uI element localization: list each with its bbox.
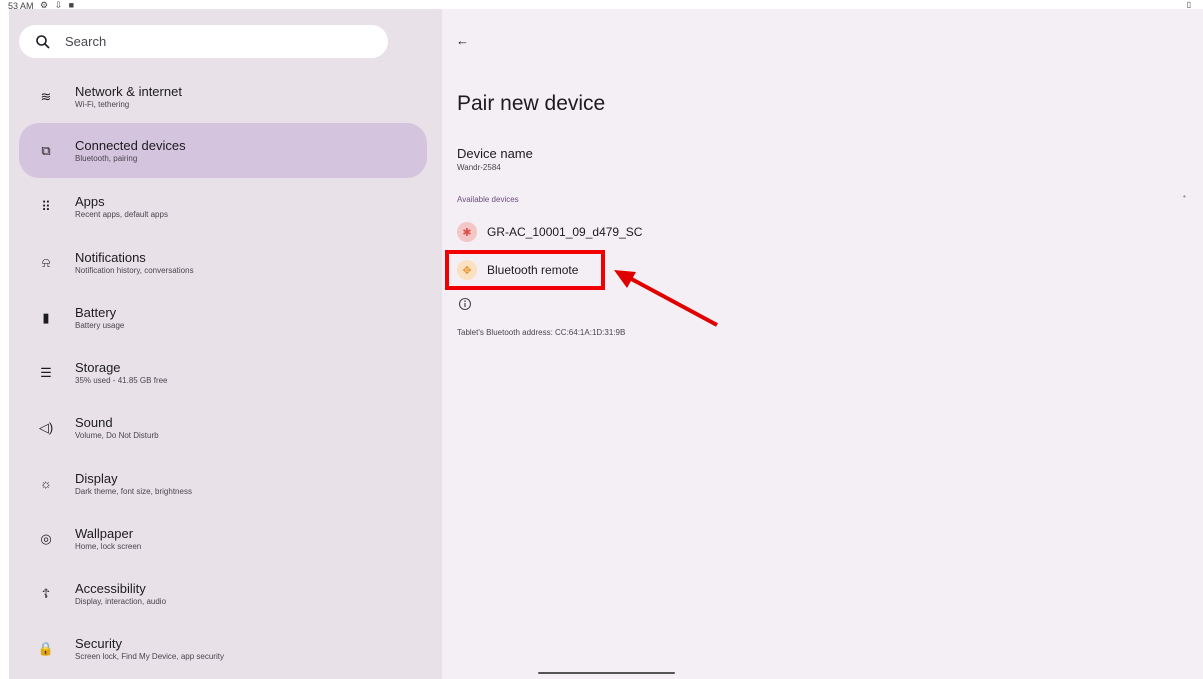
sidebar-item-subtitle: Notification history, conversations	[75, 265, 194, 275]
bluetooth-icon: ✱	[457, 222, 477, 242]
battery-status-icon: ▯	[1186, 0, 1191, 9]
available-devices-header: Available devices	[457, 195, 519, 204]
scroll-indicator: •	[1183, 192, 1186, 201]
sidebar-item-subtitle: Home, lock screen	[75, 541, 142, 551]
sidebar-item-title: Apps	[75, 193, 105, 209]
wifi-icon: ≋	[40, 88, 52, 104]
sidebar-item-title: Notifications	[75, 249, 146, 265]
sidebar-item-title: Sound	[75, 414, 113, 430]
apps-icon: ⠿	[41, 198, 51, 214]
sidebar-item-title: Connected devices	[75, 137, 186, 153]
bluetooth-address: Tablet's Bluetooth address: CC:64:1A:1D:…	[457, 328, 626, 337]
sidebar-item-wallpaper[interactable]: ◎ Wallpaper Home, lock screen	[19, 511, 427, 566]
settings-sidebar: Search ≋ Network & internet Wi-Fi, tethe…	[9, 9, 442, 679]
sidebar-item-connected-devices[interactable]: ⧉ Connected devices Bluetooth, pairing	[19, 123, 427, 178]
sidebar-item-title: Battery	[75, 304, 117, 320]
battery-icon: ▮	[42, 309, 50, 325]
sidebar-item-subtitle: Dark theme, font size, brightness	[75, 486, 192, 496]
sidebar-item-security[interactable]: 🔒 Security Screen lock, Find My Device, …	[19, 621, 427, 676]
sidebar-item-network[interactable]: ≋ Network & internet Wi-Fi, tethering	[19, 69, 427, 124]
pair-device-panel: ← Pair new device Device name Wandr-2584…	[442, 9, 1203, 679]
back-arrow-icon[interactable]: ←	[456, 33, 474, 51]
sidebar-item-title: Wallpaper	[75, 525, 134, 541]
device-item-gr-ac[interactable]: ✱ GR-AC_10001_09_d479_SC	[457, 221, 642, 243]
search-input[interactable]: Search	[65, 34, 106, 49]
device-name: GR-AC_10001_09_d479_SC	[487, 225, 643, 239]
sidebar-item-apps[interactable]: ⠿ Apps Recent apps, default apps	[19, 179, 427, 234]
sidebar-item-subtitle: Volume, Do Not Disturb	[75, 430, 159, 440]
sidebar-item-subtitle: Bluetooth, pairing	[75, 153, 138, 163]
sidebar-item-notifications[interactable]: ⍾ Notifications Notification history, co…	[19, 235, 427, 290]
device-name-label: Device name	[457, 146, 533, 161]
sidebar-item-display[interactable]: ☼ Display Dark theme, font size, brightn…	[19, 456, 427, 511]
lock-icon: 🔒	[37, 640, 55, 656]
device-name-value: Wandr-2584	[457, 163, 501, 172]
sidebar-item-subtitle: Battery usage	[75, 320, 125, 330]
sidebar-item-title: Network & internet	[75, 83, 182, 99]
connected-devices-icon: ⧉	[41, 142, 51, 158]
search-bar[interactable]: Search	[19, 25, 388, 58]
brightness-icon: ☼	[40, 476, 52, 491]
palette-icon: ◎	[40, 530, 52, 546]
sidebar-item-subtitle: Recent apps, default apps	[75, 209, 168, 219]
speaker-icon: ◁)	[38, 419, 54, 435]
sidebar-item-subtitle: 35% used - 41.85 GB free	[75, 375, 168, 385]
sidebar-item-storage[interactable]: ☰ Storage 35% used - 41.85 GB free	[19, 345, 427, 400]
accessibility-icon: ☦	[41, 585, 51, 601]
sidebar-item-sound[interactable]: ◁) Sound Volume, Do Not Disturb	[19, 400, 427, 455]
page-title: Pair new device	[457, 92, 606, 115]
sidebar-item-subtitle: Screen lock, Find My Device, app securit…	[75, 651, 224, 661]
sidebar-item-title: Display	[75, 470, 118, 486]
storage-icon: ☰	[40, 364, 52, 380]
red-arrow-annotation	[614, 270, 718, 327]
bell-icon: ⍾	[41, 254, 51, 270]
sidebar-item-subtitle: Wi-Fi, tethering	[75, 99, 130, 109]
sidebar-item-battery[interactable]: ▮ Battery Battery usage	[19, 290, 427, 345]
sidebar-item-title: Security	[75, 635, 122, 651]
sidebar-item-title: Storage	[75, 359, 121, 375]
search-icon	[36, 34, 50, 49]
navigation-handle[interactable]	[538, 672, 675, 674]
highlight-box	[445, 250, 605, 290]
sidebar-item-title: Accessibility	[75, 580, 146, 596]
sidebar-item-subtitle: Display, interaction, audio	[75, 596, 167, 606]
info-icon	[458, 297, 472, 311]
sidebar-item-accessibility[interactable]: ☦ Accessibility Display, interaction, au…	[19, 566, 427, 621]
